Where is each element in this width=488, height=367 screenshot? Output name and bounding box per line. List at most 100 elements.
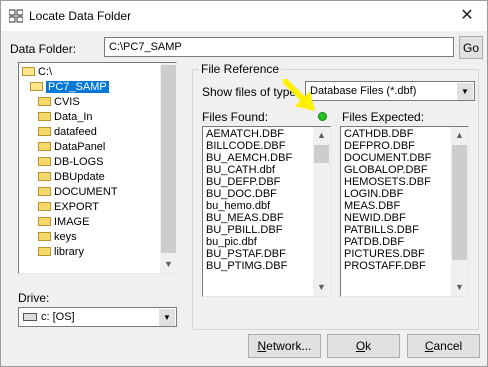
tree-item[interactable]: PC7_SAMP [30,81,109,93]
arrow-annotation-icon [283,79,315,111]
list-item[interactable]: PATDB.DBF [341,236,431,248]
tree-item[interactable]: DB-LOGS [38,156,104,168]
chevron-down-icon[interactable]: ▼ [160,256,177,273]
file-type-select[interactable]: Database Files (*.dbf) ▼ [305,81,475,101]
go-button[interactable]: Go [459,36,483,59]
scroll-thumb[interactable] [161,65,176,253]
tree-item[interactable]: C:\ [22,66,52,78]
folder-icon [38,187,51,196]
list-item[interactable]: BU_AEMCH.DBF [203,152,292,164]
folder-icon [38,112,51,121]
folder-icon [38,217,51,226]
scroll-thumb[interactable] [452,145,467,260]
chevron-down-icon[interactable]: ▼ [159,309,175,326]
folder-icon [38,97,51,106]
files-expected-scrollbar[interactable]: ▲ ▼ [451,127,468,296]
chevron-up-icon[interactable]: ▲ [451,127,468,144]
files-expected-list[interactable]: CATHDB.DBF DEFPRO.DBF DOCUMENT.DBF GLOBALOP… [340,126,469,297]
window-title: Locate Data Folder [29,9,132,23]
chevron-down-icon[interactable]: ▼ [457,83,473,100]
list-item[interactable]: BU_CATH.dbf [203,164,292,176]
list-item[interactable]: bu_hemo.dbf [203,200,292,212]
list-item[interactable]: CATHDB.DBF [341,128,431,140]
tree-item-label: DOCUMENT [54,186,118,198]
drive-select[interactable]: c: [OS] ▼ [18,307,177,327]
list-item[interactable]: GLOBALOP.DBF [341,164,431,176]
file-reference-legend: File Reference [199,62,282,76]
tree-item-label: PC7_SAMP [46,81,109,93]
files-found-scrollbar[interactable]: ▲ ▼ [313,127,330,296]
list-item[interactable]: BU_DEFP.DBF [203,176,292,188]
folder-icon [38,157,51,166]
list-item[interactable]: BU_DOC.DBF [203,188,292,200]
tree-item-label: CVIS [54,96,80,108]
list-item[interactable]: DOCUMENT.DBF [341,152,431,164]
scroll-thumb[interactable] [314,145,329,163]
list-item[interactable]: PROSTAFF.DBF [341,260,431,272]
drive-label: Drive: [18,291,50,305]
data-folder-value: C:\PC7_SAMP [109,41,182,53]
list-item[interactable]: BU_PBILL.DBF [203,224,292,236]
tree-item[interactable]: datafeed [38,126,97,138]
folder-icon [38,247,51,256]
close-icon[interactable]: ✕ [447,1,487,31]
list-item[interactable]: PICTURES.DBF [341,248,431,260]
files-found-list[interactable]: AEMATCH.DBF BILLCODE.DBF BU_AEMCH.DBF BU_CA… [202,126,331,297]
dialog-window: Locate Data Folder ✕ Data Folder: C:\PC7… [0,0,488,367]
files-found-rows: AEMATCH.DBF BILLCODE.DBF BU_AEMCH.DBF BU_CA… [203,128,292,272]
list-item[interactable]: LOGIN.DBF [341,188,431,200]
ok-button[interactable]: Ok [327,334,400,358]
title-bar: Locate Data Folder ✕ [1,1,487,31]
list-item[interactable]: BILLCODE.DBF [203,140,292,152]
tree-item[interactable]: DataPanel [38,141,105,153]
list-item[interactable]: PATBILLS.DBF [341,224,431,236]
chevron-up-icon[interactable]: ▲ [313,127,330,144]
list-item[interactable]: MEAS.DBF [341,200,431,212]
chevron-down-icon[interactable]: ▼ [451,279,468,296]
tree-item[interactable]: keys [38,231,77,243]
tree-item-label: DBUpdate [54,171,105,183]
files-expected-rows: CATHDB.DBF DEFPRO.DBF DOCUMENT.DBF GLOBALOP… [341,128,431,272]
app-icon [9,9,23,23]
list-item[interactable]: HEMOSETS.DBF [341,176,431,188]
tree-item-label: C:\ [38,66,53,78]
tree-item-label: Data_In [54,111,93,123]
data-folder-label: Data Folder: [10,42,77,56]
files-expected-label: Files Expected: [342,110,425,124]
tree-item[interactable]: Data_In [38,111,93,123]
status-indicator-icon [318,112,327,121]
folder-tree-scrollbar[interactable]: ▼ [160,63,177,273]
tree-item-label: datafeed [54,126,97,138]
drive-icon [23,313,37,321]
network-button[interactable]: Network... [248,334,321,358]
folder-open-icon [22,67,35,76]
tree-item-label: keys [54,231,77,243]
list-item[interactable]: DEFPRO.DBF [341,140,431,152]
list-item[interactable]: BU_PSTAF.DBF [203,248,292,260]
chevron-down-icon[interactable]: ▼ [313,279,330,296]
list-item[interactable]: NEWID.DBF [341,212,431,224]
list-item[interactable]: BU_MEAS.DBF [203,212,292,224]
tree-item-label: DataPanel [54,141,106,153]
files-found-label: Files Found: [202,110,269,124]
folder-icon [38,172,51,181]
tree-item-label: library [54,246,84,258]
list-item[interactable]: bu_pic.dbf [203,236,292,248]
tree-item[interactable]: EXPORT [38,201,99,213]
tree-item[interactable]: CVIS [38,96,80,108]
folder-open-icon [30,82,43,91]
folder-icon [38,142,51,151]
list-item[interactable]: AEMATCH.DBF [203,128,292,140]
tree-item[interactable]: library [38,246,84,258]
folder-icon [38,202,51,211]
file-type-value: Database Files (*.dbf) [310,85,417,97]
folder-icon [38,127,51,136]
folder-tree[interactable]: C:\ PC7_SAMP CVIS Data_In datafeed DataPanel D… [18,62,177,274]
data-folder-input[interactable]: C:\PC7_SAMP [104,37,454,57]
tree-item[interactable]: DBUpdate [38,171,105,183]
drive-value: c: [OS] [41,311,75,323]
tree-item[interactable]: IMAGE [38,216,89,228]
list-item[interactable]: BU_PTIMG.DBF [203,260,292,272]
cancel-button[interactable]: Cancel [407,334,480,358]
tree-item[interactable]: DOCUMENT [38,186,118,198]
